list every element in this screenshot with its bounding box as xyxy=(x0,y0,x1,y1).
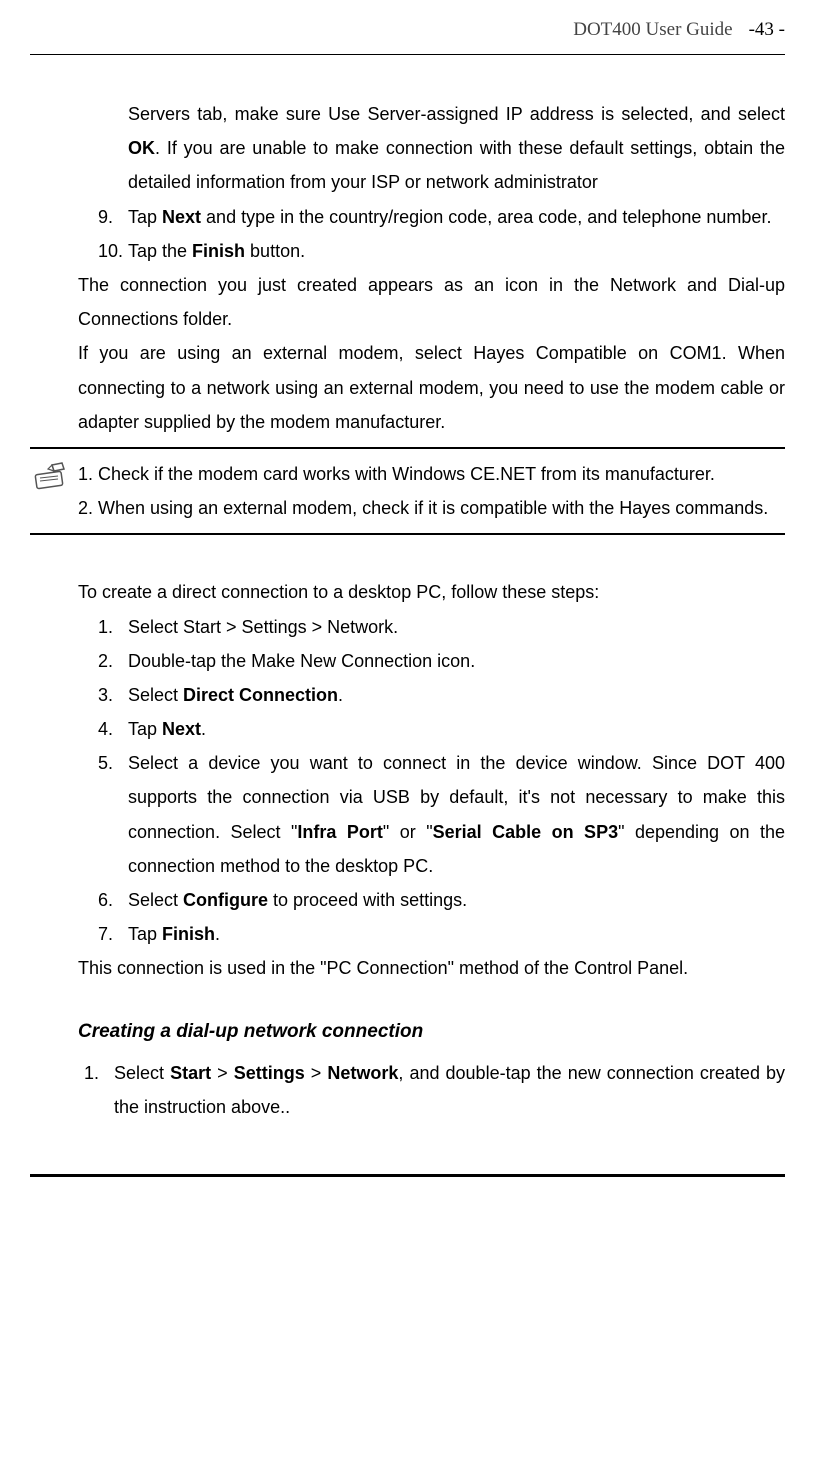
list-item: 5. Select a device you want to connect i… xyxy=(78,746,785,883)
list-item: 4. Tap Next. xyxy=(78,712,785,746)
list-number: 7. xyxy=(78,917,128,951)
section-heading: Creating a dial-up network connection xyxy=(78,1014,785,1050)
body-paragraph: This connection is used in the "PC Conne… xyxy=(78,951,785,985)
note-line-1: 1. Check if the modem card works with Wi… xyxy=(78,457,785,491)
doc-title: DOT400 User Guide xyxy=(573,12,732,48)
continuation-paragraph: Servers tab, make sure Use Server-assign… xyxy=(128,97,785,200)
list-item: 1. Select Start > Settings > Network, an… xyxy=(78,1056,785,1124)
page-header: DOT400 User Guide -43 - xyxy=(0,0,839,54)
list-text: Select Configure to proceed with setting… xyxy=(128,883,785,917)
list-text: Select a device you want to connect in t… xyxy=(128,746,785,883)
list-number: 9. xyxy=(78,200,128,234)
list-item-10: 10. Tap the Finish button. xyxy=(78,234,785,268)
list-number: 6. xyxy=(78,883,128,917)
note-divider-bottom xyxy=(30,533,785,535)
list-item: 6. Select Configure to proceed with sett… xyxy=(78,883,785,917)
pencil-note-icon xyxy=(30,461,68,491)
list-item: 7. Tap Finish. xyxy=(78,917,785,951)
list-item: 1. Select Start > Settings > Network. xyxy=(78,610,785,644)
list-text: Select Start > Settings > Network. xyxy=(128,610,785,644)
page-number: -43 - xyxy=(749,12,785,48)
list-text: Select Start > Settings > Network, and d… xyxy=(114,1056,785,1124)
list-text: Tap the Finish button. xyxy=(128,234,785,268)
list-text: Double-tap the Make New Connection icon. xyxy=(128,644,785,678)
page-content: Servers tab, make sure Use Server-assign… xyxy=(0,55,839,1144)
list-item: 3. Select Direct Connection. xyxy=(78,678,785,712)
list-number: 4. xyxy=(78,712,128,746)
list-number: 5. xyxy=(78,746,128,883)
note-divider-top xyxy=(30,447,785,449)
list-number: 1. xyxy=(78,1056,114,1124)
note-block: 1. Check if the modem card works with Wi… xyxy=(30,457,785,525)
list-text: Tap Next. xyxy=(128,712,785,746)
list-number: 2. xyxy=(78,644,128,678)
list-text: Select Direct Connection. xyxy=(128,678,785,712)
footer-rule xyxy=(30,1174,785,1177)
body-paragraph: If you are using an external modem, sele… xyxy=(78,336,785,439)
note-line-2: 2. When using an external modem, check i… xyxy=(78,491,785,525)
body-paragraph: The connection you just created appears … xyxy=(78,268,785,336)
list-number: 10. xyxy=(78,234,128,268)
list-text: Tap Finish. xyxy=(128,917,785,951)
list-number: 1. xyxy=(78,610,128,644)
list-item: 2. Double-tap the Make New Connection ic… xyxy=(78,644,785,678)
list-number: 3. xyxy=(78,678,128,712)
intro-paragraph: To create a direct connection to a deskt… xyxy=(78,575,785,609)
list-text: Tap Next and type in the country/region … xyxy=(128,200,785,234)
list-item-9: 9. Tap Next and type in the country/regi… xyxy=(78,200,785,234)
